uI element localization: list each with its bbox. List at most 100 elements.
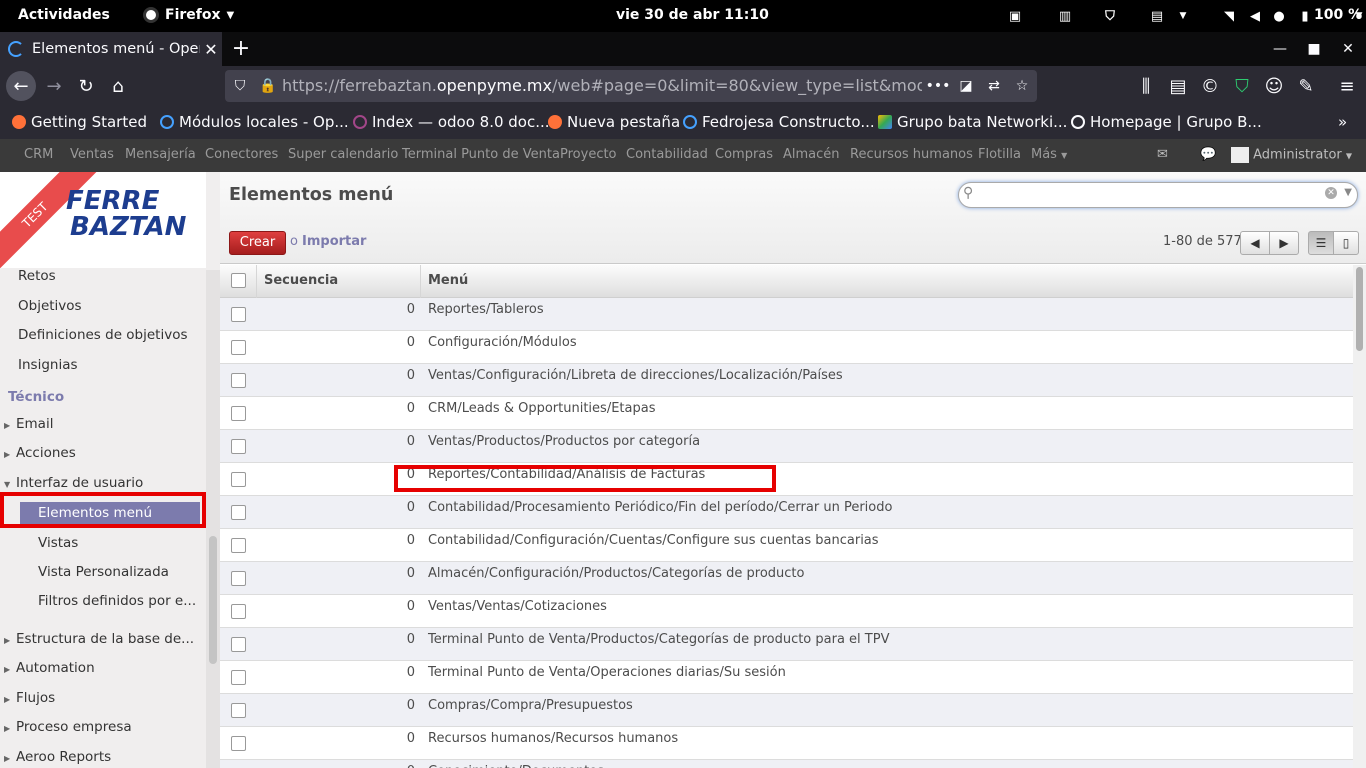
- sidebar-item-vistas[interactable]: Vistas: [38, 535, 78, 551]
- pager-next-button[interactable]: ▶: [1269, 231, 1299, 255]
- table-row[interactable]: 0 CRM/Leads & Opportunities/Etapas: [220, 397, 1353, 430]
- menu-almacen[interactable]: Almacén: [783, 147, 840, 162]
- url-bar[interactable]: ⛉ 🔒 https://ferrebaztan.openpyme.mx/web#…: [225, 70, 1037, 102]
- scrollbar-thumb[interactable]: [1356, 267, 1363, 351]
- sidebar-item-flujos[interactable]: ▶ Flujos: [4, 690, 55, 706]
- bookmark-star-icon[interactable]: ☆: [1012, 76, 1032, 96]
- form-view-button[interactable]: ▯: [1333, 231, 1359, 255]
- table-row[interactable]: 0 Terminal Punto de Venta/Operaciones dia…: [220, 661, 1353, 694]
- table-row[interactable]: 0 Almacén/Configuración/Productos/Categor…: [220, 562, 1353, 595]
- table-row[interactable]: 0 Ventas/Configuración/Libreta de direcci…: [220, 364, 1353, 397]
- row-checkbox[interactable]: [231, 406, 246, 421]
- row-checkbox[interactable]: [231, 505, 246, 520]
- minimize-button[interactable]: —: [1270, 32, 1290, 66]
- pocket-icon[interactable]: ◪: [956, 76, 976, 96]
- home-button[interactable]: ⌂: [104, 72, 132, 100]
- row-checkbox[interactable]: [231, 340, 246, 355]
- more-bookmarks-icon[interactable]: »: [1338, 113, 1347, 131]
- user-menu[interactable]: Administrator ▼: [1231, 147, 1352, 163]
- table-row[interactable]: 0 Terminal Punto de Venta/Productos/Categ…: [220, 628, 1353, 661]
- sidebar-scrollbar[interactable]: [206, 270, 220, 768]
- forward-button[interactable]: →: [40, 72, 68, 100]
- extension-avatar-icon[interactable]: ☺: [1260, 72, 1288, 100]
- shield-icon[interactable]: ⛉: [1101, 8, 1119, 24]
- select-all-checkbox[interactable]: [231, 273, 246, 288]
- tab-active[interactable]: Elementos menú - Open ✕: [0, 32, 222, 66]
- sidebar-item-acciones[interactable]: ▶ Acciones: [4, 445, 76, 461]
- row-checkbox[interactable]: [231, 439, 246, 454]
- back-button[interactable]: ←: [6, 71, 36, 101]
- table-row[interactable]: 0 Conocimiento/Documentos: [220, 760, 1353, 768]
- row-checkbox[interactable]: [231, 307, 246, 322]
- header-menu[interactable]: Menú: [421, 265, 475, 298]
- chat-icon[interactable]: 💬: [1200, 147, 1216, 162]
- extension-shield-icon[interactable]: ⛉: [1228, 72, 1256, 100]
- bookmark-item[interactable]: Nueva pestaña: [548, 113, 680, 131]
- menu-mensajeria[interactable]: Mensajería: [125, 147, 196, 162]
- search-box[interactable]: ⚲ ✕ ▼: [958, 182, 1358, 208]
- more-icon[interactable]: •••: [926, 76, 951, 96]
- sidebar-item-email[interactable]: ▶ Email: [4, 416, 53, 432]
- scrollbar-thumb[interactable]: [209, 536, 217, 664]
- pager-value[interactable]: 1-80 de 577: [1163, 234, 1242, 249]
- app-menu[interactable]: Firefox ▼: [143, 7, 234, 23]
- screen-icon[interactable]: ▣: [1006, 8, 1024, 24]
- menu-mas[interactable]: Más ▼: [1031, 147, 1067, 162]
- translate-icon[interactable]: ⇄: [984, 76, 1004, 96]
- search-options-icon[interactable]: ▼: [1344, 187, 1352, 198]
- lock-icon[interactable]: 🔒: [258, 76, 278, 96]
- menu-super-calendario[interactable]: Super calendario: [288, 147, 398, 162]
- bookmark-item[interactable]: Grupo bata Networki...: [878, 113, 1067, 131]
- row-checkbox[interactable]: [231, 538, 246, 553]
- sidebar-icon[interactable]: ▤: [1164, 72, 1192, 100]
- table-row[interactable]: 0 Compras/Compra/Presupuestos: [220, 694, 1353, 727]
- table-row[interactable]: 0 Reportes/Contabilidad/Análisis de Factu…: [220, 463, 1353, 496]
- table-row[interactable]: 0 Recursos humanos/Recursos humanos: [220, 727, 1353, 760]
- clock[interactable]: vie 30 de abr 11:10: [616, 7, 769, 23]
- menu-flotilla[interactable]: Flotilla: [978, 147, 1021, 162]
- panel-icon[interactable]: ▥: [1056, 8, 1074, 24]
- extension-c-icon[interactable]: ©: [1196, 72, 1224, 100]
- sidebar-item-retos[interactable]: Retos: [18, 268, 56, 284]
- table-row[interactable]: 0 Ventas/Productos/Productos por categorí…: [220, 430, 1353, 463]
- row-checkbox[interactable]: [231, 604, 246, 619]
- new-tab-button[interactable]: +: [230, 36, 252, 61]
- main-scrollbar[interactable]: [1353, 265, 1366, 768]
- reload-button[interactable]: ↻: [72, 72, 100, 100]
- header-sequence[interactable]: Secuencia: [257, 265, 421, 298]
- row-checkbox[interactable]: [231, 472, 246, 487]
- close-tab-icon[interactable]: ✕: [200, 40, 222, 59]
- menu-conectores[interactable]: Conectores: [205, 147, 278, 162]
- sidebar-item-aeroo[interactable]: ▶ Aeroo Reports: [4, 749, 111, 765]
- sidebar-item-interfaz[interactable]: ▼ Interfaz de usuario: [4, 475, 143, 491]
- bookmark-item[interactable]: Fedrojesa Constructo...: [683, 113, 875, 131]
- close-window-button[interactable]: ✕: [1338, 32, 1358, 66]
- sidebar-item-definiciones[interactable]: Definiciones de objetivos: [18, 327, 188, 343]
- maximize-button[interactable]: ■: [1304, 32, 1324, 66]
- bookmark-item[interactable]: Homepage | Grupo B...: [1071, 113, 1262, 131]
- sidebar-item-vista-personalizada[interactable]: Vista Personalizada: [38, 564, 169, 580]
- row-checkbox[interactable]: [231, 670, 246, 685]
- menu-proyecto[interactable]: Proyecto: [560, 147, 617, 162]
- sidebar-item-estructura[interactable]: ▶ Estructura de la base de...: [4, 631, 194, 647]
- table-row[interactable]: 0 Contabilidad/Procesamiento Periódico/Fi…: [220, 496, 1353, 529]
- clipboard-icon[interactable]: ▤: [1148, 8, 1166, 24]
- menu-contabilidad[interactable]: Contabilidad: [626, 147, 708, 162]
- search-input[interactable]: [981, 186, 1301, 204]
- menu-compras[interactable]: Compras: [715, 147, 773, 162]
- hamburger-menu-icon[interactable]: ≡: [1333, 72, 1361, 100]
- sidebar-item-automation[interactable]: ▶ Automation: [4, 660, 95, 676]
- table-row[interactable]: 0 Reportes/Tableros: [220, 298, 1353, 331]
- clear-icon[interactable]: ✕: [1325, 187, 1337, 199]
- bookmark-item[interactable]: Getting Started: [12, 113, 147, 131]
- mail-icon[interactable]: ✉: [1157, 147, 1168, 162]
- bookmark-item[interactable]: Módulos locales - Op...: [160, 113, 349, 131]
- row-checkbox[interactable]: [231, 373, 246, 388]
- row-checkbox[interactable]: [231, 571, 246, 586]
- menu-tpv[interactable]: Terminal Punto de Venta: [402, 147, 560, 162]
- table-row[interactable]: 0 Ventas/Ventas/Cotizaciones: [220, 595, 1353, 628]
- chevron-down-icon[interactable]: ▼: [1350, 8, 1366, 24]
- company-logo[interactable]: TEST FERRE BAZTAN: [0, 172, 206, 268]
- bookmark-item[interactable]: Index — odoo 8.0 doc...: [353, 113, 550, 131]
- sidebar-item-objetivos[interactable]: Objetivos: [18, 298, 82, 314]
